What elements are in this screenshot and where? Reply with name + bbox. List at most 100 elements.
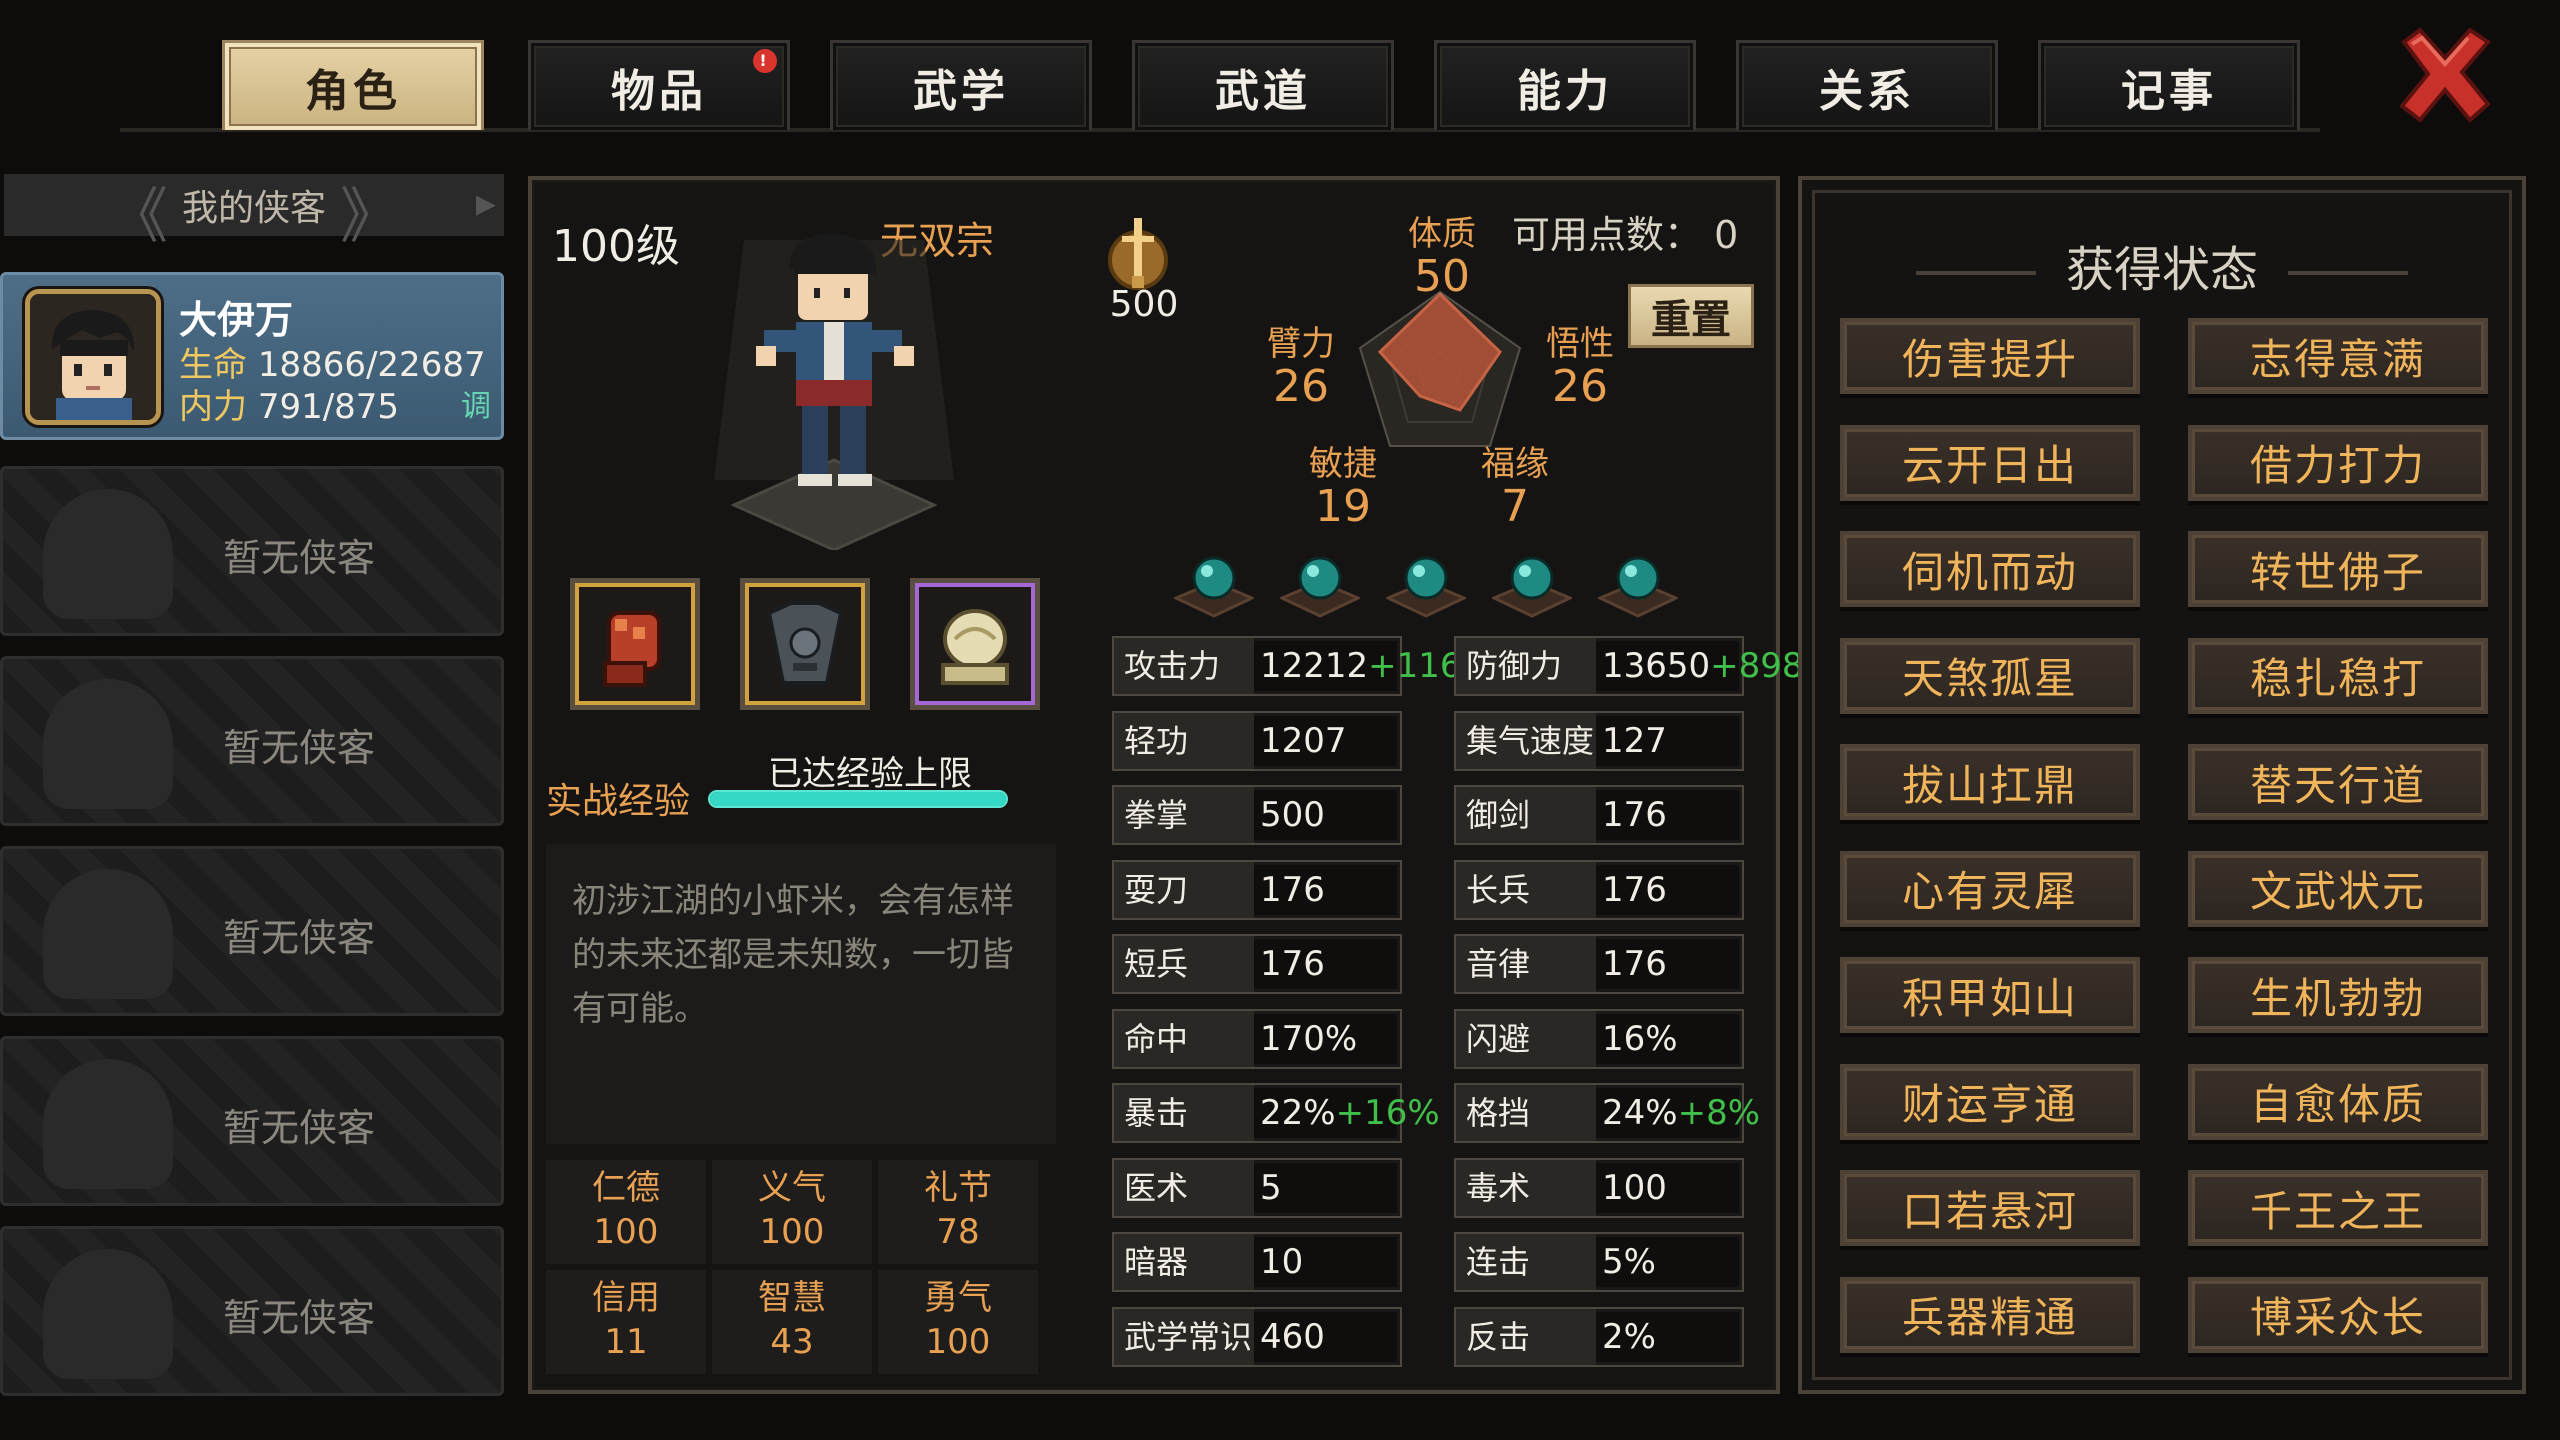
stat-row: 攻击力 12212+1169 (1112, 636, 1483, 696)
virtue-item: 仁德 100 (546, 1160, 706, 1264)
avatar (25, 289, 161, 425)
attribute-radar-chart (1358, 290, 1522, 447)
roster-empty-slot[interactable]: 暂无侠客 (0, 466, 504, 636)
stat-row: 耍刀 176 (1112, 859, 1402, 920)
status-effect-button[interactable]: 转世佛子 (2188, 531, 2488, 607)
stat-value-text: 24% (1602, 1093, 1678, 1133)
equip-slot-accessory[interactable] (910, 578, 1040, 710)
status-effect-button[interactable]: 借力打力 (2188, 424, 2488, 501)
status-effect-button[interactable]: 云开日出 (1840, 424, 2140, 501)
status-effect-button[interactable]: 志得意满 (2188, 318, 2488, 394)
stat-label: 长兵 (1456, 861, 1596, 918)
silhouette-icon (43, 1059, 173, 1189)
roster-empty-slot[interactable]: 暂无侠客 (0, 1036, 504, 1206)
virtue-value: 78 (936, 1212, 980, 1252)
status-effect-button[interactable]: 兵器精通 (1840, 1276, 2140, 1353)
virtue-label: 智慧 (758, 1278, 826, 1318)
status-title: 获得状态 (1802, 230, 2522, 300)
virtue-value: 100 (759, 1212, 825, 1252)
tab-martial-way[interactable]: 武道 (1132, 40, 1394, 130)
stat-value: 176 (1260, 936, 1325, 992)
arrow-right-icon[interactable]: ▸ (476, 180, 496, 226)
status-effect-button[interactable]: 积甲如山 (1840, 957, 2140, 1033)
virtue-item: 勇气 100 (878, 1270, 1038, 1374)
status-effect-button[interactable]: 稳扎稳打 (2188, 637, 2488, 714)
tab-martial-arts[interactable]: 武学 (830, 40, 1092, 130)
status-effect-button[interactable]: 替天行道 (2188, 744, 2488, 820)
chevron-left-icon[interactable]: 《 (108, 168, 168, 255)
equip-slot-armor[interactable] (740, 578, 870, 710)
hero-mp: 内力 791/875 (179, 379, 399, 428)
gem-slot-icon[interactable] (1598, 542, 1678, 622)
gem-slot-icon[interactable] (1492, 542, 1572, 622)
stat-value: 16% (1602, 1011, 1678, 1067)
gem-slot-icon[interactable] (1386, 542, 1466, 622)
virtue-item: 智慧 43 (712, 1270, 872, 1374)
character-panel: 100级 无双宗 500 可用点数： 0 重置 体质 50 臂力 26 悟性 2… (528, 176, 1804, 1394)
attr-constitution-label: 体质 (1408, 214, 1476, 254)
stat-row: 暴击 22%+16% (1112, 1083, 1440, 1143)
status-effect-button[interactable]: 伤害提升 (1840, 318, 2140, 394)
stat-label: 音律 (1456, 936, 1596, 992)
stat-value-text: 170% (1260, 1018, 1358, 1059)
attr-agility-label: 敏捷 (1309, 444, 1377, 484)
status-effect-button[interactable]: 口若悬河 (1840, 1170, 2140, 1246)
reset-button[interactable]: 重置 (1628, 284, 1754, 348)
armor-icon (766, 601, 844, 685)
stat-value-text: 10 (1260, 1242, 1304, 1282)
virtue-label: 礼节 (924, 1168, 992, 1208)
stat-label: 攻击力 (1114, 638, 1254, 694)
adjust-button[interactable]: 调 (461, 381, 491, 425)
status-effect-button[interactable]: 伺机而动 (1840, 531, 2140, 607)
gem-slot-icon[interactable] (1174, 542, 1254, 622)
sword-icon (1108, 218, 1168, 290)
chevron-right-icon[interactable]: 》 (340, 168, 400, 255)
stat-value-text: 12212 (1260, 646, 1369, 686)
gem-slot-icon[interactable] (1280, 542, 1360, 622)
tab-role[interactable]: 角色 (222, 40, 484, 130)
roster-empty-slot[interactable]: 暂无侠客 (0, 656, 504, 826)
tab-relations[interactable]: 关系 (1736, 40, 1998, 130)
roster-hero-card[interactable]: 大伊万 生命 18866/22687 内力 791/875 调 (0, 272, 504, 440)
attr-agility: 敏捷 19 (1288, 436, 1398, 529)
stat-label: 武学常识 (1114, 1308, 1254, 1365)
status-effect-button[interactable]: 生机勃勃 (2188, 957, 2488, 1033)
attr-fortune: 福缘 7 (1460, 436, 1570, 529)
tab-items-label: 物品 (611, 65, 707, 117)
stat-value-text: 1207 (1260, 720, 1347, 761)
status-effect-button[interactable]: 天煞孤星 (1840, 637, 2140, 714)
virtue-item: 义气 100 (712, 1160, 872, 1264)
status-effect-button[interactable]: 博采众长 (2188, 1276, 2488, 1353)
stat-label: 命中 (1114, 1010, 1254, 1067)
tab-abilities[interactable]: 能力 (1434, 40, 1696, 130)
attr-agility-value: 19 (1315, 481, 1371, 532)
sword-value: 500 (1109, 284, 1179, 325)
stat-row: 闪避 16% (1454, 1008, 1744, 1069)
stat-label: 耍刀 (1114, 861, 1254, 918)
character-description: 初涉江湖的小虾米，会有怎样的未来还都是未知数，一切皆有可能。 (546, 844, 1056, 1144)
mp-value: 791/875 (257, 387, 400, 427)
roster-empty-slot[interactable]: 暂无侠客 (0, 1226, 504, 1396)
virtue-value: 100 (593, 1212, 659, 1252)
status-effect-button[interactable]: 心有灵犀 (1840, 850, 2140, 927)
status-effect-button[interactable]: 财运亨通 (1840, 1063, 2140, 1140)
stat-value-text: 100 (1602, 1167, 1667, 1208)
stat-label: 闪避 (1456, 1010, 1596, 1067)
status-effect-button[interactable]: 自愈体质 (2188, 1063, 2488, 1140)
status-effect-button[interactable]: 千王之王 (2188, 1170, 2488, 1246)
points-label: 可用点数： (1512, 213, 1703, 257)
tab-items[interactable]: 物品 ! (528, 40, 790, 130)
close-icon[interactable] (2390, 20, 2500, 130)
stat-value: 170% (1260, 1011, 1357, 1067)
stat-value: 500 (1260, 787, 1325, 843)
stat-row: 轻功 1207 (1112, 710, 1402, 771)
equip-slot-weapon[interactable] (570, 578, 700, 710)
stat-value-text: 176 (1602, 869, 1667, 910)
status-effect-button[interactable]: 文武状元 (2188, 850, 2488, 927)
points-value: 0 (1714, 213, 1739, 257)
status-effect-button[interactable]: 拔山扛鼎 (1840, 744, 2140, 820)
stat-value: 5% (1602, 1234, 1656, 1290)
tab-journal[interactable]: 记事 (2038, 40, 2300, 130)
roster-empty-slot[interactable]: 暂无侠客 (0, 846, 504, 1016)
hero-name: 大伊万 (179, 298, 294, 342)
